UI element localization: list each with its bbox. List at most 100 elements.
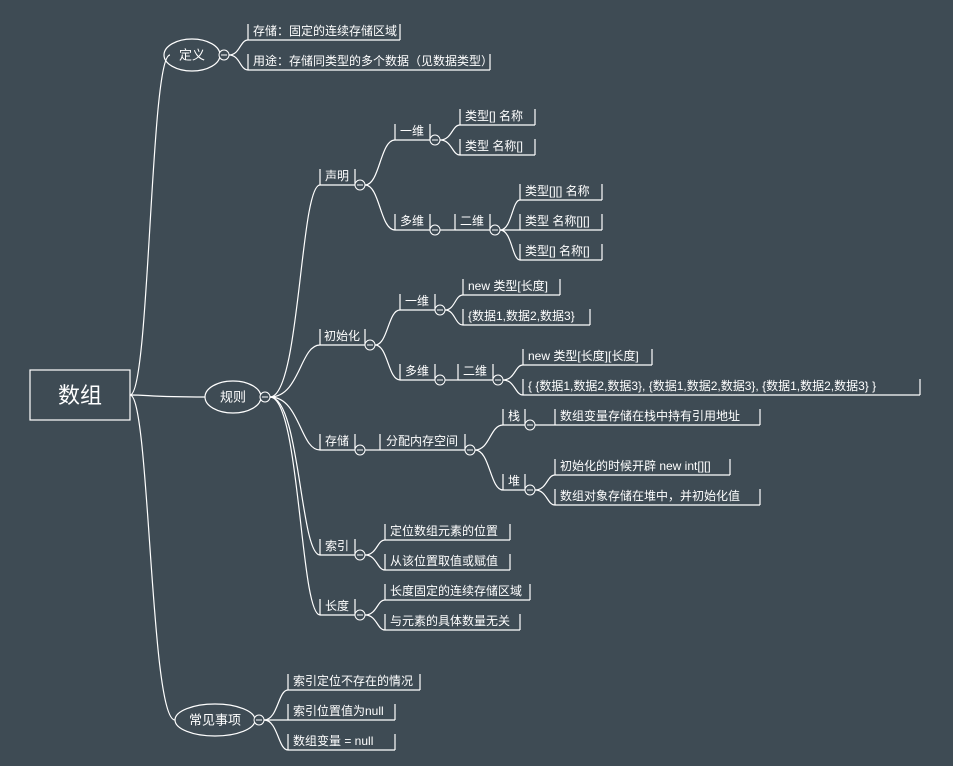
edge bbox=[229, 40, 248, 55]
toggle-icon[interactable] bbox=[490, 225, 500, 235]
node-decl: 声明 bbox=[320, 169, 355, 185]
node-alloc: 分配内存空间 bbox=[380, 434, 465, 450]
edge bbox=[535, 490, 555, 505]
svg-text:长度固定的连续存储区域: 长度固定的连续存储区域 bbox=[390, 583, 522, 598]
edge bbox=[270, 345, 320, 397]
edge bbox=[475, 450, 503, 490]
leaf: {数据1,数据2,数据3} bbox=[463, 308, 590, 325]
toggle-icon[interactable] bbox=[365, 340, 375, 350]
edge bbox=[365, 140, 395, 185]
svg-text:初始化: 初始化 bbox=[324, 329, 360, 343]
edge bbox=[445, 295, 463, 310]
edge bbox=[264, 690, 288, 720]
leaf: 类型[] 名称 bbox=[460, 108, 535, 125]
toggle-icon[interactable] bbox=[254, 715, 264, 725]
svg-text:栈: 栈 bbox=[508, 408, 520, 423]
edge bbox=[270, 185, 320, 397]
common-label: 常见事项 bbox=[189, 712, 241, 727]
svg-text:类型 名称[]: 类型 名称[] bbox=[465, 138, 523, 153]
svg-text:定位数组元素的位置: 定位数组元素的位置 bbox=[390, 523, 498, 538]
leaf: 定位数组元素的位置 bbox=[385, 523, 510, 540]
svg-text:{数据1,数据2,数据3}: {数据1,数据2,数据3} bbox=[468, 308, 575, 323]
svg-text:new 类型[长度][长度]: new 类型[长度][长度] bbox=[528, 348, 639, 363]
leaf: 长度固定的连续存储区域 bbox=[385, 583, 530, 600]
leaf: new 类型[长度] bbox=[463, 278, 560, 295]
edge bbox=[365, 600, 385, 615]
toggle-icon[interactable] bbox=[219, 50, 229, 60]
svg-text:类型 名称[][]: 类型 名称[][] bbox=[525, 213, 590, 228]
svg-text:new 类型[长度]: new 类型[长度] bbox=[468, 278, 548, 293]
root-label: 数组 bbox=[58, 383, 102, 408]
toggle-icon[interactable] bbox=[435, 305, 445, 315]
toggle-icon[interactable] bbox=[430, 135, 440, 145]
node-index: 索引 bbox=[320, 539, 355, 555]
svg-text:二维: 二维 bbox=[463, 364, 487, 378]
edge bbox=[445, 310, 463, 325]
edge bbox=[365, 185, 395, 230]
svg-text:存储: 存储 bbox=[325, 433, 349, 448]
definition-label: 定义 bbox=[179, 47, 205, 62]
node-storage: 存储 bbox=[320, 433, 355, 450]
edge bbox=[130, 395, 205, 397]
svg-text:声明: 声明 bbox=[325, 169, 349, 183]
edge bbox=[365, 615, 385, 630]
node-init-md: 多维 bbox=[400, 364, 435, 380]
leaf: 类型[][] 名称 bbox=[520, 183, 602, 200]
edge bbox=[375, 310, 400, 345]
node-decl-md: 多维 bbox=[395, 214, 430, 230]
leaf: 类型 名称[] bbox=[460, 138, 535, 155]
node-length: 长度 bbox=[320, 598, 355, 615]
toggle-icon[interactable] bbox=[355, 610, 365, 620]
svg-text:类型[] 名称: 类型[] 名称 bbox=[465, 108, 523, 123]
leaf-def-usage: 用途：存储同类型的多个数据（见数据类型） bbox=[248, 53, 493, 70]
leaf: 类型 名称[][] bbox=[520, 213, 602, 230]
svg-text:一维: 一维 bbox=[405, 294, 429, 308]
edge bbox=[130, 55, 170, 395]
edge bbox=[503, 380, 523, 395]
edge bbox=[264, 720, 288, 750]
edge bbox=[535, 475, 555, 490]
toggle-icon[interactable] bbox=[493, 375, 503, 385]
edge bbox=[475, 425, 503, 450]
edge bbox=[270, 397, 320, 450]
svg-text:长度: 长度 bbox=[325, 598, 349, 613]
node-decl-2d: 二维 bbox=[455, 214, 490, 230]
edge bbox=[375, 345, 400, 380]
toggle-icon[interactable] bbox=[525, 420, 535, 430]
node-init: 初始化 bbox=[320, 329, 365, 345]
svg-text:多维: 多维 bbox=[405, 364, 429, 378]
svg-text:类型[] 名称[]: 类型[] 名称[] bbox=[525, 243, 590, 258]
svg-text:数组变量 = null: 数组变量 = null bbox=[293, 733, 373, 748]
edge bbox=[500, 230, 520, 260]
leaf: 初始化的时候开辟 new int[][] bbox=[555, 458, 730, 475]
toggle-icon[interactable] bbox=[355, 550, 365, 560]
svg-text:一维: 一维 bbox=[400, 124, 424, 138]
toggle-icon[interactable] bbox=[355, 180, 365, 190]
leaf: 类型[] 名称[] bbox=[520, 243, 602, 260]
leaf: 数组变量 = null bbox=[288, 733, 395, 750]
svg-text:分配内存空间: 分配内存空间 bbox=[386, 434, 458, 448]
edge bbox=[229, 55, 248, 70]
svg-text:二维: 二维 bbox=[460, 214, 484, 228]
toggle-icon[interactable] bbox=[465, 445, 475, 455]
leaf: 从该位置取值或赋值 bbox=[385, 553, 510, 570]
toggle-icon[interactable] bbox=[435, 375, 445, 385]
svg-text:数组对象存储在堆中，并初始化值: 数组对象存储在堆中，并初始化值 bbox=[560, 488, 740, 503]
toggle-icon[interactable] bbox=[355, 445, 365, 455]
svg-text:数组变量存储在栈中持有引用地址: 数组变量存储在栈中持有引用地址 bbox=[560, 408, 740, 423]
leaf: 索引位置值为null bbox=[288, 703, 395, 720]
toggle-icon[interactable] bbox=[260, 392, 270, 402]
svg-text:初始化的时候开辟 new int[][]: 初始化的时候开辟 new int[][] bbox=[560, 458, 711, 473]
node-init-1d: 一维 bbox=[400, 294, 435, 310]
svg-text:从该位置取值或赋值: 从该位置取值或赋值 bbox=[390, 553, 498, 568]
toggle-icon[interactable] bbox=[430, 225, 440, 235]
rules-label: 规则 bbox=[220, 389, 246, 404]
edge bbox=[365, 540, 385, 555]
toggle-icon[interactable] bbox=[525, 485, 535, 495]
node-heap: 堆 bbox=[503, 474, 525, 490]
svg-text:索引: 索引 bbox=[325, 539, 349, 553]
leaf-def-storage: 存储：固定的连续存储区域 bbox=[248, 23, 400, 40]
edge bbox=[365, 555, 385, 570]
svg-text:存储：固定的连续存储区域: 存储：固定的连续存储区域 bbox=[253, 23, 397, 38]
svg-text:类型[][] 名称: 类型[][] 名称 bbox=[525, 183, 590, 198]
